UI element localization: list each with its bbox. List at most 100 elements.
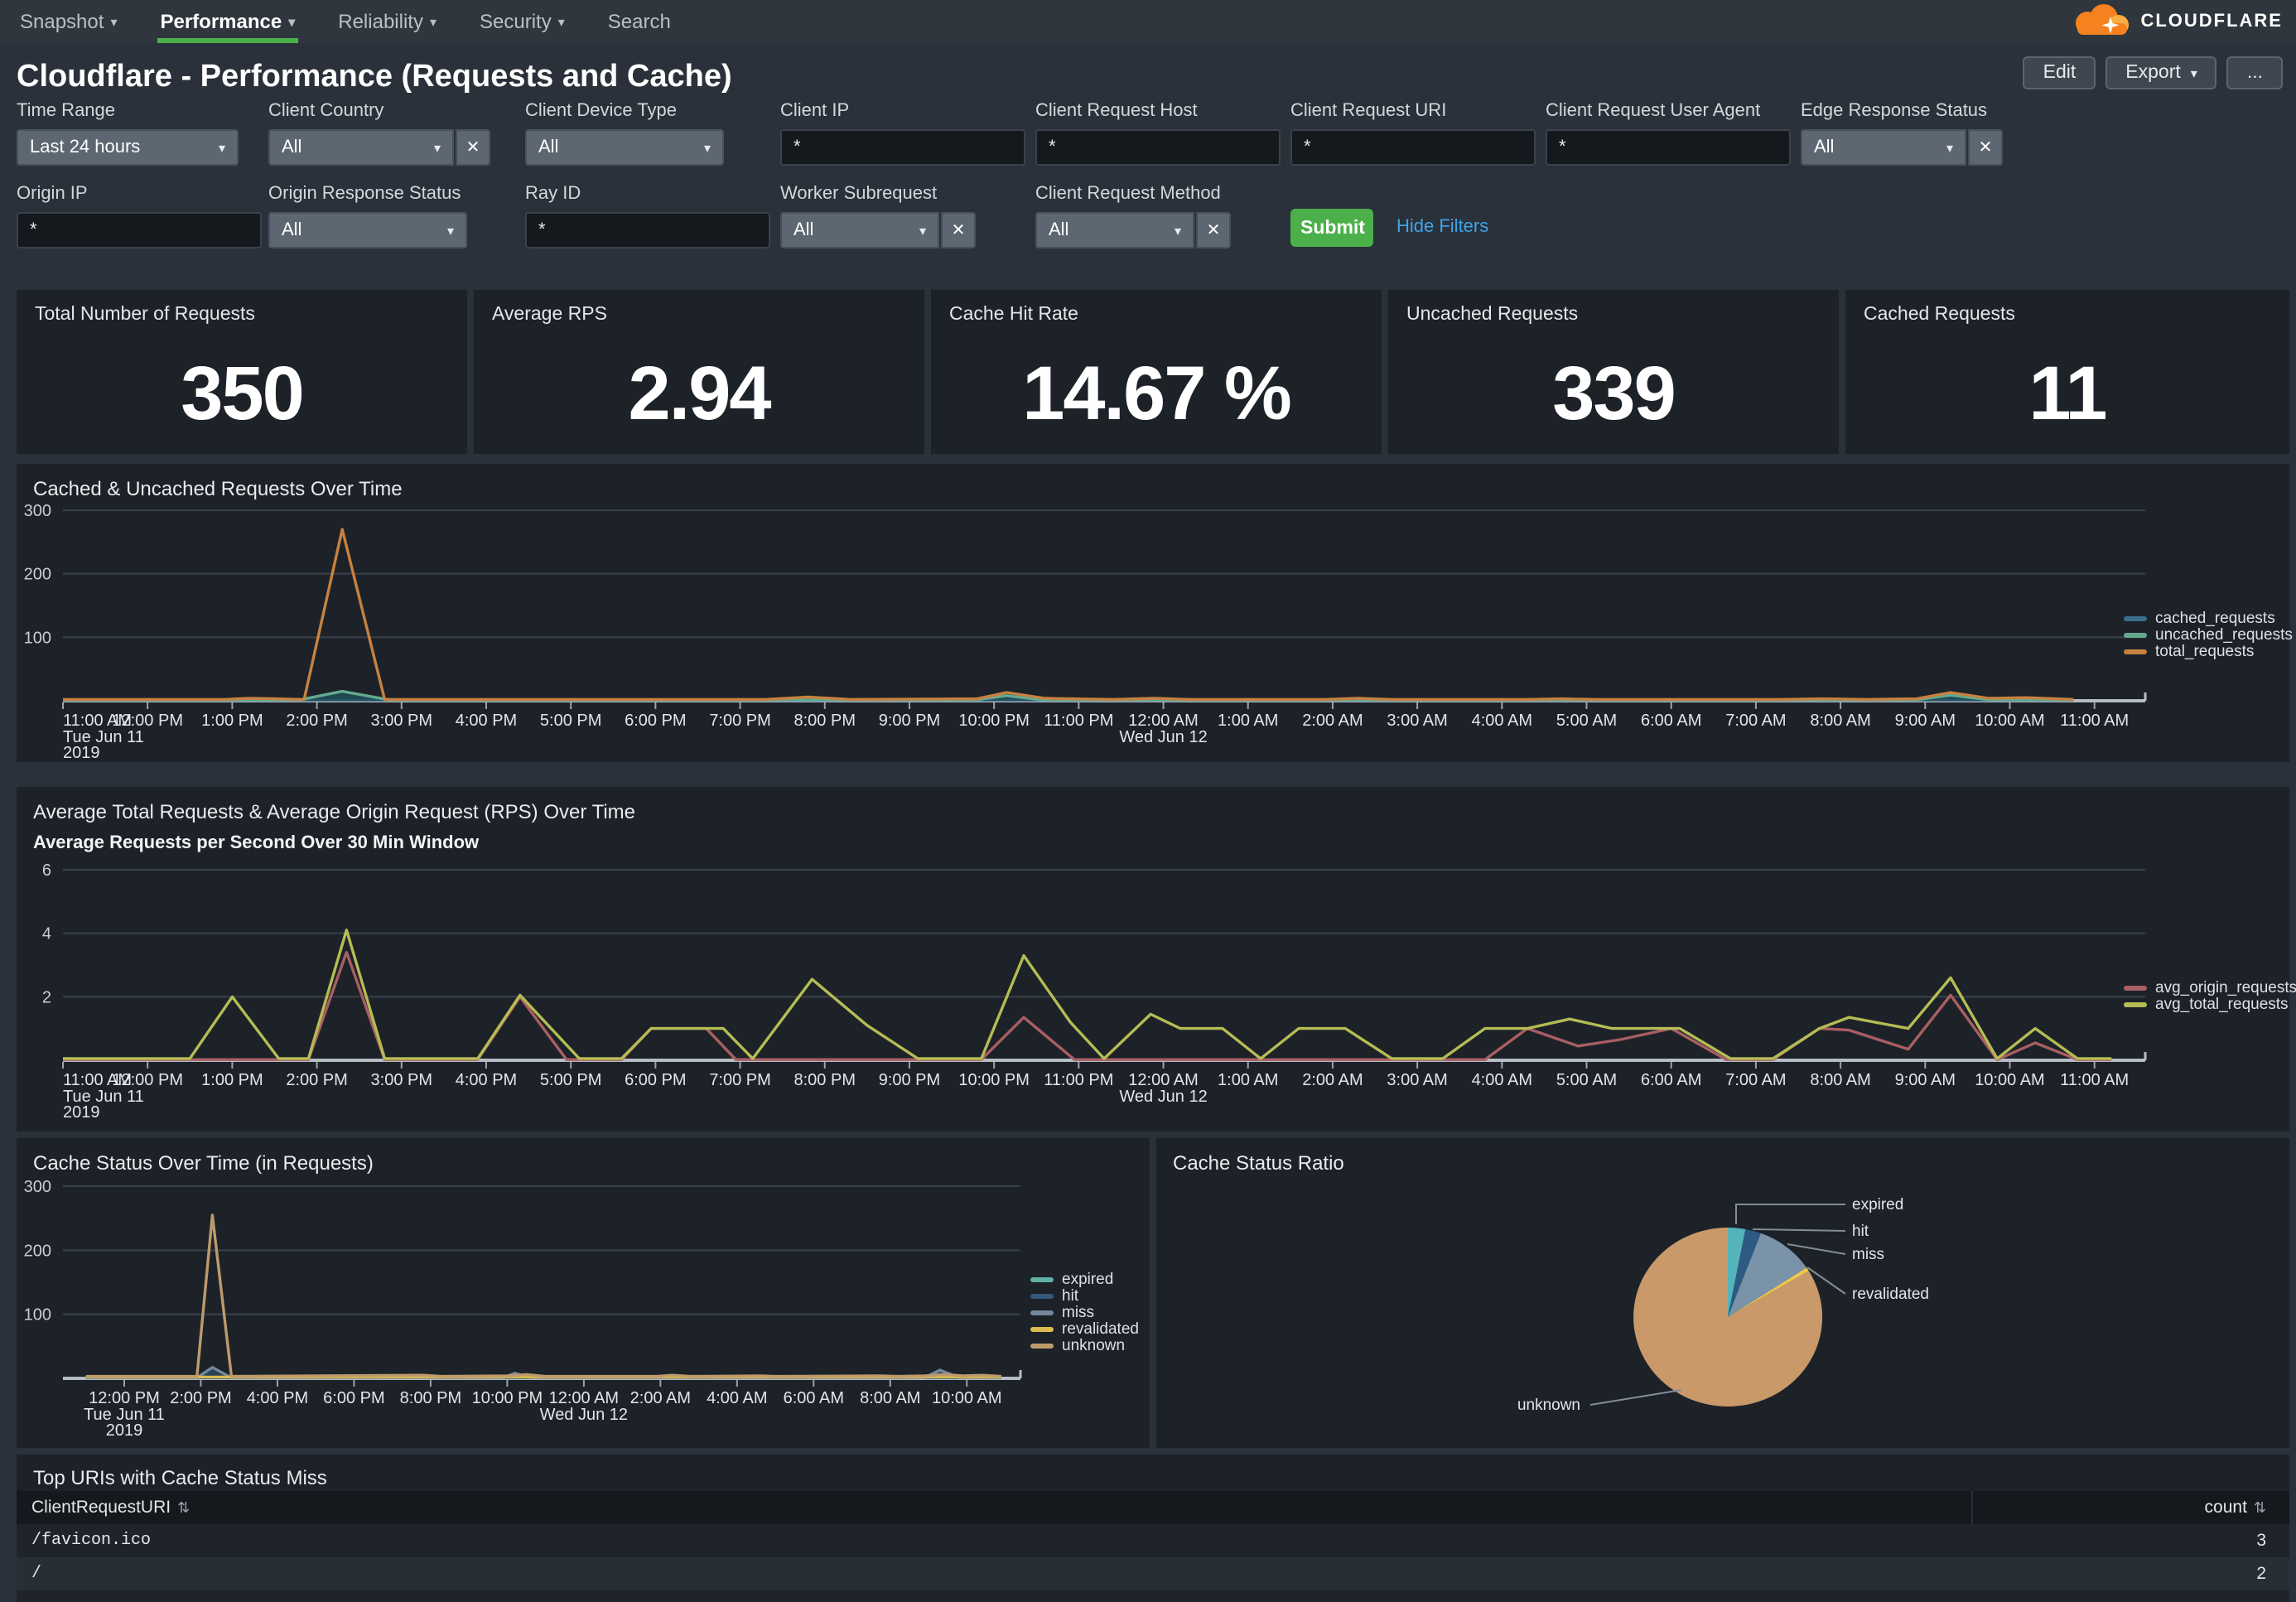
uri-cell: /favicon.ico (17, 1532, 2256, 1550)
svg-text:9:00 PM: 9:00 PM (879, 712, 940, 730)
submit-button[interactable]: Submit (1290, 209, 1373, 247)
svg-text:300: 300 (24, 1178, 51, 1196)
chart-legend: avg_origin_requests avg_total_requests (2124, 979, 2296, 1012)
client-request-host-input[interactable] (1035, 129, 1281, 166)
svg-text:2019: 2019 (63, 744, 100, 762)
svg-text:11:00 AM: 11:00 AM (2060, 712, 2129, 730)
svg-text:12:00 PM: 12:00 PM (112, 1071, 183, 1089)
svg-text:12:00 AM: 12:00 AM (1128, 712, 1199, 730)
legend-total-requests[interactable]: total_requests (2124, 643, 2293, 659)
edge-response-status-select[interactable]: All ▾ (1801, 129, 1966, 166)
edit-button[interactable]: Edit (2023, 56, 2096, 89)
nav-performance[interactable]: Performance ▾ (160, 0, 295, 43)
svg-text:6:00 AM: 6:00 AM (1641, 712, 1701, 730)
svg-text:2019: 2019 (106, 1421, 143, 1440)
kpi-cache-hit-rate: Cache Hit Rate 14.67 % (931, 290, 1382, 454)
origin-ip-input[interactable] (17, 212, 262, 249)
column-header-uri[interactable]: ClientRequestURI ⇅ (17, 1498, 1971, 1518)
chevron-down-icon: ▾ (434, 140, 441, 155)
chevron-down-icon: ▾ (110, 14, 117, 29)
clear-filter-icon[interactable]: ✕ (941, 212, 976, 249)
svg-text:100: 100 (24, 1306, 51, 1325)
nav-reliability[interactable]: Reliability ▾ (338, 0, 437, 43)
svg-text:200: 200 (24, 1242, 51, 1260)
table-row-partial (17, 1594, 2289, 1602)
svg-text:4: 4 (42, 925, 51, 943)
rps-over-time-chart[interactable]: 24611:00 AMTue Jun 11201912:00 PM1:00 PM… (17, 787, 2289, 1132)
table-row[interactable]: /favicon.ico 3 (17, 1524, 2289, 1557)
legend-expired[interactable]: expired (1030, 1271, 1139, 1287)
brand-name: CLOUDFLARE (2140, 12, 2283, 31)
svg-text:hit: hit (1852, 1223, 1869, 1240)
legend-miss[interactable]: miss (1030, 1304, 1139, 1320)
legend-revalidated[interactable]: revalidated (1030, 1320, 1139, 1337)
kpi-label: Cache Hit Rate (949, 305, 1078, 325)
cache-status-ratio-pie-chart[interactable]: expiredhitmissrevalidatedunknown (1156, 1138, 2289, 1448)
chevron-down-icon: ▾ (1175, 223, 1181, 238)
chevron-down-icon: ▾ (558, 14, 565, 29)
svg-text:7:00 PM: 7:00 PM (709, 712, 770, 730)
nav-security[interactable]: Security ▾ (480, 0, 565, 43)
client-request-uri-input[interactable] (1290, 129, 1536, 166)
clear-filter-icon[interactable]: ✕ (1196, 212, 1231, 249)
svg-text:12:00 AM: 12:00 AM (1128, 1071, 1199, 1089)
filter-label: Origin IP (17, 184, 262, 204)
filter-label: Time Range (17, 101, 239, 121)
origin-response-status-select[interactable]: All ▾ (268, 212, 467, 249)
cloudflare-cloud-icon (2066, 2, 2132, 41)
legend-swatch (2124, 632, 2147, 637)
legend-unknown[interactable]: unknown (1030, 1337, 1139, 1353)
table-row[interactable]: / 2 (17, 1557, 2289, 1590)
svg-text:2:00 PM: 2:00 PM (286, 1071, 347, 1089)
sort-icon: ⇅ (177, 1498, 190, 1517)
cache-status-time-panel: Cache Status Over Time (in Requests) 100… (17, 1138, 1150, 1448)
svg-text:2:00 AM: 2:00 AM (630, 1389, 691, 1407)
svg-text:7:00 AM: 7:00 AM (1725, 712, 1786, 730)
chevron-down-icon: ▾ (288, 14, 295, 29)
legend-cached-requests[interactable]: cached_requests (2124, 610, 2293, 626)
svg-text:9:00 AM: 9:00 AM (1895, 1071, 1956, 1089)
kpi-uncached-requests: Uncached Requests 339 (1388, 290, 1839, 454)
svg-text:3:00 PM: 3:00 PM (371, 712, 432, 730)
svg-text:5:00 AM: 5:00 AM (1556, 1071, 1617, 1089)
legend-uncached-requests[interactable]: uncached_requests (2124, 626, 2293, 643)
clear-filter-icon[interactable]: ✕ (1968, 129, 2003, 166)
hide-filters-link[interactable]: Hide Filters (1396, 217, 1488, 237)
client-ip-input[interactable] (780, 129, 1025, 166)
ray-id-input[interactable] (525, 212, 770, 249)
filter-label: Worker Subrequest (780, 184, 976, 204)
worker-subrequest-select[interactable]: All ▾ (780, 212, 939, 249)
client-device-type-select[interactable]: All ▾ (525, 129, 724, 166)
nav-search[interactable]: Search (608, 0, 671, 43)
nav-snapshot[interactable]: Snapshot ▾ (20, 0, 117, 43)
requests-over-time-chart[interactable]: 10020030011:00 AMTue Jun 11201912:00 PM1… (17, 464, 2289, 762)
legend-swatch (1030, 1310, 1054, 1315)
cache-status-time-chart[interactable]: 10020030012:00 PMTue Jun 1120192:00 PM4:… (17, 1138, 1150, 1448)
cloudflare-logo: CLOUDFLARE (2066, 2, 2283, 41)
filter-time-range: Time Range Last 24 hours ▾ (17, 101, 239, 166)
export-button[interactable]: Export ▾ (2105, 56, 2217, 89)
svg-text:8:00 PM: 8:00 PM (400, 1389, 461, 1407)
page-title: Cloudflare - Performance (Requests and C… (17, 60, 732, 96)
svg-text:8:00 AM: 8:00 AM (1810, 712, 1870, 730)
kpi-total-requests: Total Number of Requests 350 (17, 290, 467, 454)
more-options-button[interactable]: ... (2227, 56, 2283, 89)
filter-client-country: Client Country All ▾ ✕ (268, 101, 490, 166)
select-value: All (282, 220, 301, 240)
svg-text:6:00 PM: 6:00 PM (323, 1389, 384, 1407)
chevron-down-icon: ▾ (219, 140, 225, 155)
svg-text:6: 6 (42, 861, 51, 880)
clear-filter-icon[interactable]: ✕ (456, 129, 490, 166)
legend-avg-origin-requests[interactable]: avg_origin_requests (2124, 979, 2296, 996)
select-value: All (1049, 220, 1068, 240)
client-request-method-select[interactable]: All ▾ (1035, 212, 1194, 249)
legend-avg-total-requests[interactable]: avg_total_requests (2124, 996, 2296, 1012)
client-country-select[interactable]: All ▾ (268, 129, 454, 166)
svg-text:5:00 AM: 5:00 AM (1556, 712, 1617, 730)
kpi-value: 350 (17, 340, 467, 444)
svg-text:6:00 PM: 6:00 PM (625, 1071, 686, 1089)
column-header-count[interactable]: count ⇅ (1971, 1491, 2289, 1524)
time-range-select[interactable]: Last 24 hours ▾ (17, 129, 239, 166)
client-request-user-agent-input[interactable] (1546, 129, 1791, 166)
legend-hit[interactable]: hit (1030, 1287, 1139, 1304)
